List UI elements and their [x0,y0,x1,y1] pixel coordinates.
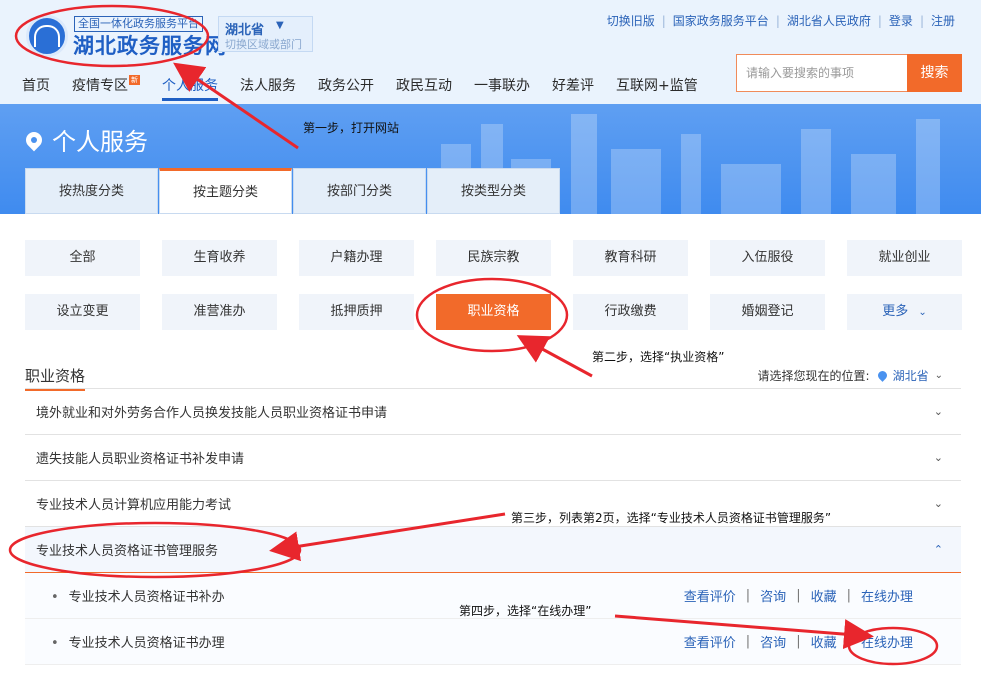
sub-item-list: • 专业技术人员资格证书补办 查看评价 | 咨询 | 收藏 | 在线办理 • 专业技术人员… [25,573,961,665]
category-ethnicity-religion[interactable]: 民族宗教 [436,240,551,276]
link-provincial-government[interactable]: 湖北省人民政府 [787,12,871,29]
online-apply-link[interactable]: 在线办理 [861,586,913,605]
chevron-down-icon[interactable]: ⌄ [934,405,943,418]
separator: | [877,13,882,28]
service-list: 境外就业和对外劳务合作人员换发技能人员职业资格证书申请 ⌄ 遗失技能人员职业资格证… [25,389,961,665]
tab-by-theme[interactable]: 按主题分类 [159,168,292,214]
nav-interaction[interactable]: 政民互动 [396,75,452,101]
chevron-down-icon: ⌄ [918,307,927,318]
list-item[interactable]: 境外就业和对外劳务合作人员换发技能人员职业资格证书申请 ⌄ [25,389,961,435]
top-links: 切换旧版 | 国家政务服务平台 | 湖北省人民政府 | 登录 | 注册 [607,12,955,29]
annotation-step3: 第三步，列表第2页，选择“专业技术人员资格证书管理服务” [511,511,832,525]
category-grid: 全部 生育收养 户籍办理 民族宗教 教育科研 入伍服役 就业创业 设立变更 准营… [25,240,962,330]
site-name[interactable]: 湖北政务服务网 [73,30,227,60]
favorite-link[interactable]: 收藏 [811,586,837,605]
location-label: 请选择您现在的位置: [757,369,870,383]
caret-down-icon: ▼ [276,20,284,31]
chevron-up-icon[interactable]: ⌃ [934,543,943,556]
category-more[interactable]: 更多 ⌄ [847,294,962,330]
category-mortgage-pledge[interactable]: 抵押质押 [299,294,414,330]
region-selector[interactable]: 湖北省 ▼ 切换区域或部门 [218,16,313,52]
view-reviews-link[interactable]: 查看评价 [684,586,736,605]
annotation-step2: 第二步，选择“执业资格” [592,350,725,364]
search-button[interactable]: 搜索 [907,54,962,92]
list-item[interactable]: 遗失技能人员职业资格证书补发申请 ⌄ [25,435,961,481]
nav-legal-entity-services[interactable]: 法人服务 [240,75,296,101]
view-reviews-link[interactable]: 查看评价 [684,632,736,651]
category-administrative-fees[interactable]: 行政缴费 [573,294,688,330]
location-pin-icon [875,369,889,382]
link-old-version[interactable]: 切换旧版 [607,12,655,29]
tab-by-type[interactable]: 按类型分类 [427,168,560,214]
link-national-platform[interactable]: 国家政务服务平台 [673,12,769,29]
site-logo-icon[interactable] [26,15,68,57]
chevron-down-icon: ⌄ [934,370,943,381]
category-employment[interactable]: 就业创业 [847,240,962,276]
category-professional-qualification[interactable]: 职业资格 [436,294,551,330]
list-item-expanded[interactable]: 专业技术人员资格证书管理服务 ⌃ [25,527,961,573]
location-pin-icon [22,128,46,151]
sub-item-actions: 查看评价 | 咨询 | 收藏 | 在线办理 [683,586,913,605]
online-apply-link[interactable]: 在线办理 [861,632,913,651]
main-nav: 首页 疫情专区新 个人服务 法人服务 政务公开 政民互动 一事联办 好差评 互联… [22,75,720,101]
region-switch-hint: 切换区域或部门 [225,38,302,51]
annotation-arrow-step2 [516,335,593,378]
location-region: 湖北省 [892,369,929,383]
chevron-down-icon[interactable]: ⌄ [934,451,943,464]
category-business-permits[interactable]: 准营准办 [162,294,277,330]
favorite-link[interactable]: 收藏 [811,632,837,651]
tab-by-department[interactable]: 按部门分类 [293,168,426,214]
nav-internet-supervision[interactable]: 互联网+监管 [616,75,698,101]
category-military-service[interactable]: 入伍服役 [710,240,825,276]
category-registration-change[interactable]: 设立变更 [25,294,140,330]
annotation-step4: 第四步，选择“在线办理” [459,604,592,618]
category-marriage-registration[interactable]: 婚姻登记 [710,294,825,330]
nav-government-affairs[interactable]: 政务公开 [318,75,374,101]
chevron-down-icon[interactable]: ⌄ [934,497,943,510]
annotation-step1: 第一步，打开网站 [303,121,400,135]
category-birth-adoption[interactable]: 生育收养 [162,240,277,276]
nav-epidemic-zone[interactable]: 疫情专区新 [72,75,140,101]
location-selector[interactable]: 请选择您现在的位置: 湖北省 ⌄ [758,367,943,384]
new-badge: 新 [129,75,140,85]
tab-by-popularity[interactable]: 按热度分类 [25,168,158,214]
nav-home[interactable]: 首页 [22,75,50,101]
bullet-icon: • [51,636,59,651]
separator: | [661,13,666,28]
separator: | [775,13,780,28]
category-household-registration[interactable]: 户籍办理 [299,240,414,276]
search-input[interactable]: 请输入要搜索的事项 [736,54,907,92]
consult-link[interactable]: 咨询 [760,586,786,605]
classification-tabs: 按热度分类 按主题分类 按部门分类 按类型分类 [25,168,561,214]
nav-evaluation[interactable]: 好差评 [552,75,594,101]
nav-one-stop[interactable]: 一事联办 [474,75,530,101]
bullet-icon: • [51,590,59,605]
page-title: 个人服务 [22,122,148,157]
link-login[interactable]: 登录 [889,12,913,29]
category-all[interactable]: 全部 [25,240,140,276]
separator: | [919,13,924,28]
nav-personal-services[interactable]: 个人服务 [162,75,218,101]
sub-item: • 专业技术人员资格证书办理 查看评价 | 咨询 | 收藏 | 在线办理 [25,619,961,665]
consult-link[interactable]: 咨询 [760,632,786,651]
link-register[interactable]: 注册 [931,12,955,29]
sub-item-actions: 查看评价 | 咨询 | 收藏 | 在线办理 [683,632,913,651]
category-education-research[interactable]: 教育科研 [573,240,688,276]
